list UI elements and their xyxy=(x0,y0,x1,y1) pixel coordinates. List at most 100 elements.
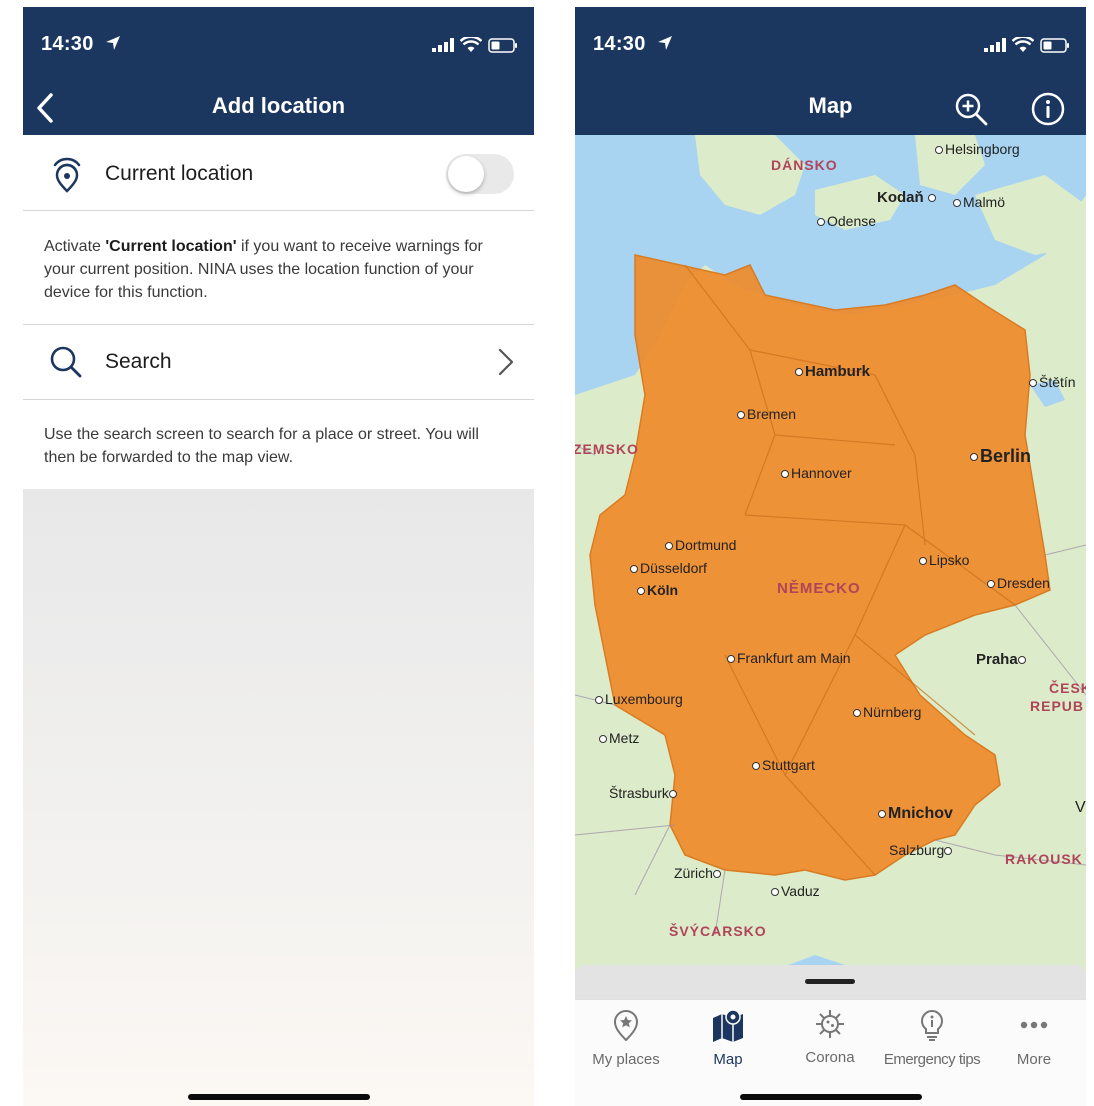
map-label-frankfurt: Frankfurt am Main xyxy=(727,650,851,666)
city-dot xyxy=(927,194,936,203)
map-label-lipsko: Lipsko xyxy=(919,552,969,568)
battery-icon xyxy=(1040,37,1069,53)
city-dot xyxy=(1029,379,1037,388)
map-label-odense: Odense xyxy=(817,213,876,229)
map-label-kodan: Kodaň xyxy=(877,189,938,206)
empty-area xyxy=(23,489,534,1106)
map-label-zemsko: ZEMSKO xyxy=(575,441,639,457)
map-label-repub: REPUB xyxy=(1030,698,1085,714)
search-row[interactable]: Search xyxy=(23,325,534,400)
map-screen: 14:30 Map DÁNSKO Helsingborg Kodaň Malmö… xyxy=(575,7,1086,1106)
signal-icon xyxy=(432,38,454,52)
tab-emergency-tips[interactable]: Emergency tips xyxy=(881,1008,983,1068)
map-label-nemecko: NĚMECKO xyxy=(777,580,861,597)
city-dot xyxy=(853,709,861,718)
map-label-rakousk: RAKOUSK xyxy=(1005,851,1083,867)
status-time: 14:30 xyxy=(593,33,674,56)
city-dot xyxy=(595,696,603,705)
more-dots-icon xyxy=(1020,1021,1048,1029)
map-label-bremen: Bremen xyxy=(737,406,796,422)
lightbulb-icon xyxy=(921,1009,943,1041)
city-dot xyxy=(935,146,943,155)
page-title: Map xyxy=(808,93,853,118)
signal-icon xyxy=(984,38,1006,52)
map-label-v: V xyxy=(1075,799,1086,816)
city-dot xyxy=(795,368,803,377)
status-icons xyxy=(984,37,1070,53)
city-dot xyxy=(987,580,995,589)
city-dot xyxy=(919,557,927,566)
status-bar: 14:30 xyxy=(575,7,1086,83)
map-icon xyxy=(713,1009,743,1042)
map-label-dresden: Dresden xyxy=(987,575,1050,591)
map-label-salzburg: Salzburg xyxy=(889,842,954,858)
city-dot xyxy=(944,847,953,856)
tab-map[interactable]: Map xyxy=(677,1008,779,1068)
map-label-dusseldorf: Düsseldorf xyxy=(630,560,707,576)
city-dot xyxy=(712,870,721,879)
warning-map[interactable]: DÁNSKO Helsingborg Kodaň Malmö Odense Ha… xyxy=(575,135,1086,977)
location-star-icon xyxy=(613,1010,639,1042)
current-location-toggle[interactable] xyxy=(446,154,514,194)
home-indicator[interactable] xyxy=(188,1094,370,1100)
city-dot xyxy=(817,218,825,227)
map-label-praha: Praha xyxy=(976,651,1028,668)
city-dot xyxy=(781,470,789,479)
city-dot xyxy=(599,735,607,744)
status-bar: 14:30 xyxy=(23,7,534,83)
map-label-strasburk: Štrasburk xyxy=(609,785,679,801)
map-label-koln: Köln xyxy=(637,582,678,598)
bottom-sheet[interactable] xyxy=(575,965,1086,999)
current-location-row: Current location xyxy=(23,135,534,211)
battery-icon xyxy=(488,37,517,53)
map-label-zurich: Zürich xyxy=(674,865,723,881)
zoom-in-icon[interactable] xyxy=(953,91,989,127)
map-label-helsingborg: Helsingborg xyxy=(935,141,1020,157)
map-label-hannover: Hannover xyxy=(781,465,852,481)
tab-corona[interactable]: Corona xyxy=(779,1008,881,1066)
tab-bar: My places Map Corona Emergency tips More xyxy=(575,999,1086,1106)
tab-more[interactable]: More xyxy=(983,1008,1085,1068)
city-dot xyxy=(637,587,645,596)
sheet-handle[interactable] xyxy=(805,979,855,984)
city-dot xyxy=(665,542,673,551)
map-label-mnichov: Mnichov xyxy=(878,805,953,823)
city-dot xyxy=(1017,656,1026,665)
virus-icon xyxy=(816,1010,844,1038)
tab-my-places[interactable]: My places xyxy=(575,1008,677,1068)
map-label-cesk: ČESK xyxy=(1049,680,1086,696)
city-dot xyxy=(771,888,779,897)
map-label-stetin: Štětín xyxy=(1029,374,1076,390)
city-dot xyxy=(970,453,978,462)
city-dot xyxy=(737,411,745,420)
city-dot xyxy=(953,199,961,208)
nav-bar: Map xyxy=(575,83,1086,135)
info-icon[interactable] xyxy=(1030,91,1066,127)
map-label-hamburk: Hamburk xyxy=(795,363,870,380)
search-label: Search xyxy=(105,350,172,373)
status-icons xyxy=(432,37,518,53)
map-label-metz: Metz xyxy=(599,730,639,746)
location-arrow-icon xyxy=(657,36,672,50)
map-label-vaduz: Vaduz xyxy=(771,883,820,899)
map-label-dortmund: Dortmund xyxy=(665,537,736,553)
city-dot xyxy=(630,565,638,574)
add-location-screen: 14:30 Add location Current location Acti… xyxy=(23,7,534,1106)
wifi-icon xyxy=(1012,37,1034,52)
city-dot xyxy=(752,762,760,771)
map-label-dansko: DÁNSKO xyxy=(771,157,838,173)
status-time: 14:30 xyxy=(41,33,122,56)
map-label-malmo: Malmö xyxy=(953,194,1005,210)
current-location-label: Current location xyxy=(105,162,254,185)
chevron-right-icon xyxy=(498,348,514,376)
map-label-stuttgart: Stuttgart xyxy=(752,757,815,773)
toggle-knob xyxy=(448,156,484,192)
map-label-nurnberg: Nürnberg xyxy=(853,704,921,720)
current-location-description: Activate 'Current location' if you want … xyxy=(44,238,483,301)
page-title: Add location xyxy=(211,93,346,118)
home-indicator[interactable] xyxy=(740,1094,922,1100)
city-dot xyxy=(668,790,677,799)
map-label-berlin: Berlin xyxy=(970,446,1031,467)
city-dot xyxy=(878,809,886,818)
city-dot xyxy=(727,655,735,664)
